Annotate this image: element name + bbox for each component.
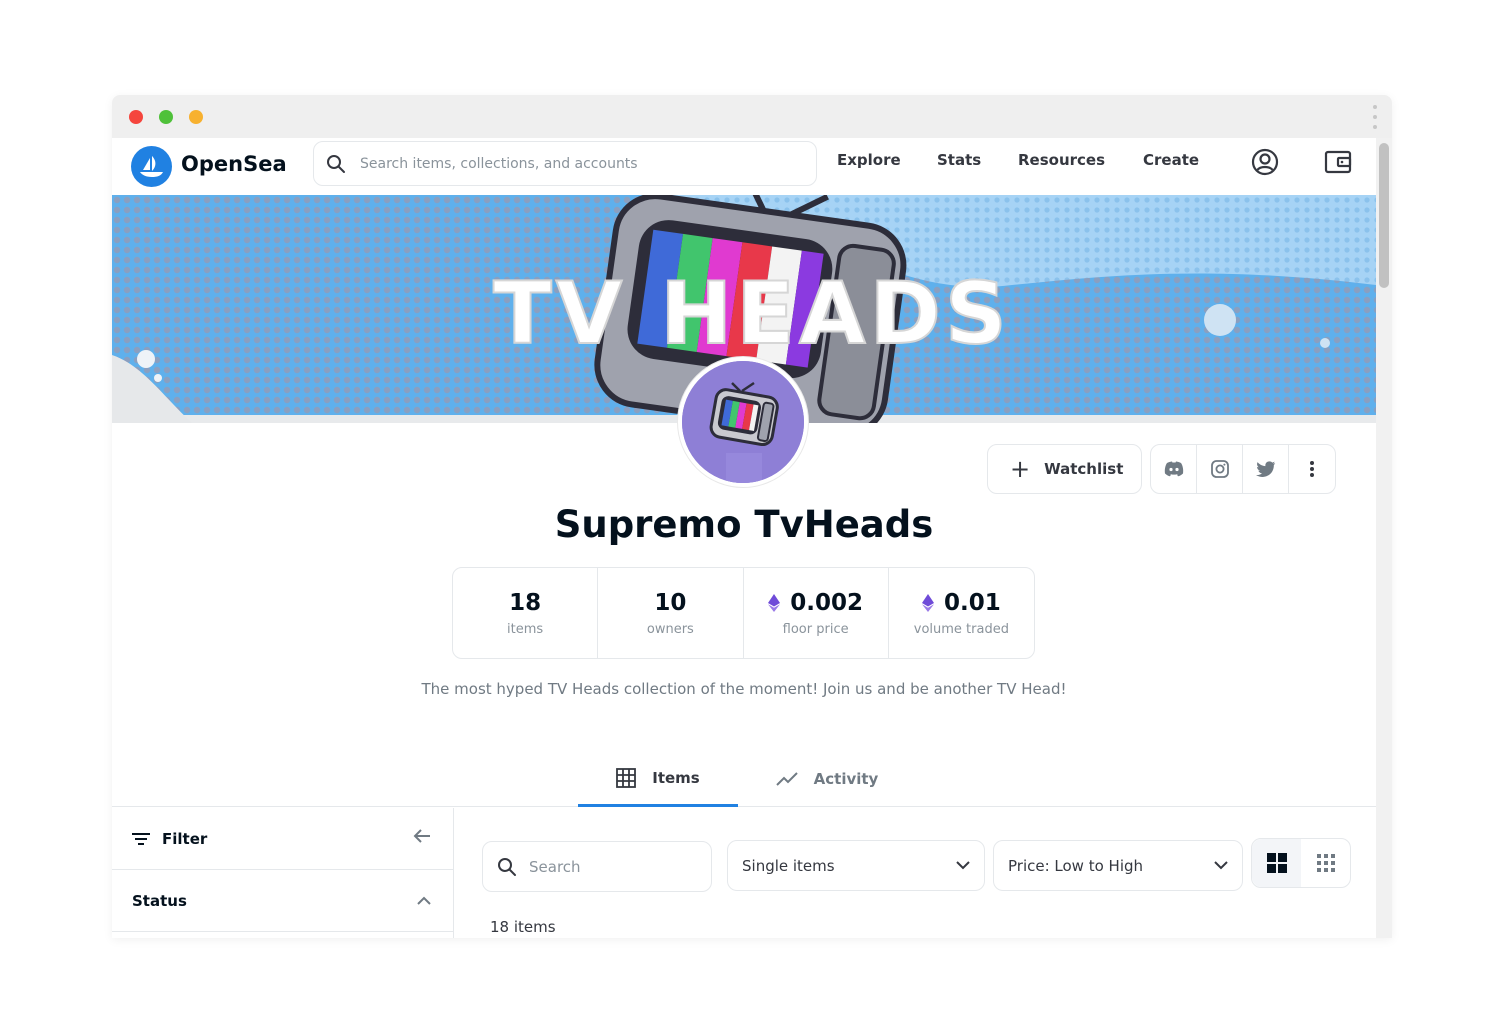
top-navbar: OpenSea Search items, collections, and a… (112, 138, 1376, 194)
filter-sidebar: Filter Status (112, 808, 454, 938)
page-scrollbar[interactable] (1376, 138, 1392, 938)
arrow-left-icon[interactable] (413, 828, 431, 844)
items-search-input[interactable]: Search (482, 841, 712, 892)
watchlist-button[interactable]: + Watchlist (987, 444, 1142, 494)
stat-volume-traded[interactable]: 0.01 volume traded (889, 568, 1034, 658)
twitter-icon[interactable] (1243, 445, 1289, 493)
stat-owners-label: owners (646, 621, 694, 637)
tab-items-label: Items (652, 768, 700, 787)
maximize-window-button[interactable] (159, 110, 173, 124)
nav-link-create[interactable]: Create (1143, 151, 1199, 169)
collection-tabs: Items Activity (112, 751, 1376, 807)
nav-link-resources[interactable]: Resources (1018, 151, 1105, 169)
global-search-input[interactable]: Search items, collections, and accounts (313, 141, 817, 186)
grid-icon (616, 767, 637, 788)
scrollbar-thumb[interactable] (1379, 143, 1389, 288)
banner-title: TV HEADS (493, 264, 1011, 364)
search-icon (498, 857, 516, 876)
tab-activity-label: Activity (813, 770, 879, 788)
stat-floor-price[interactable]: 0.002 floor price (744, 568, 889, 658)
chevron-down-icon (1214, 861, 1228, 870)
watchlist-label: Watchlist (1044, 460, 1124, 478)
tab-activity[interactable]: Activity (762, 751, 892, 807)
nav-link-explore[interactable]: Explore (837, 151, 901, 169)
logo-text[interactable]: OpenSea (181, 152, 287, 176)
stat-owners[interactable]: 10 owners (598, 568, 744, 658)
view-toggle (1251, 838, 1351, 888)
close-window-button[interactable] (129, 110, 143, 124)
large-grid-view-button[interactable] (1252, 839, 1301, 887)
small-grid-icon (1316, 854, 1335, 872)
status-label: Status (132, 891, 187, 910)
stat-volume-traded-value: 0.01 (944, 589, 1001, 616)
browser-titlebar (112, 95, 1392, 138)
profile-icon[interactable] (1250, 147, 1280, 177)
sort-value: Price: Low to High (1008, 856, 1144, 875)
chevron-up-icon[interactable] (417, 896, 431, 905)
kebab-icon[interactable] (1372, 105, 1378, 129)
item-type-value: Single items (742, 856, 835, 875)
wallet-icon[interactable] (1323, 147, 1353, 177)
collection-avatar (678, 357, 808, 487)
browser-window: OpenSea Search items, collections, and a… (112, 95, 1392, 938)
stat-volume-traded-label: volume traded (913, 621, 1009, 637)
stat-items[interactable]: 18 items (453, 568, 599, 658)
instagram-icon[interactable] (1197, 445, 1243, 493)
collection-stats: 18 items 10 owners 0.002 floor price 0.0… (452, 567, 1035, 659)
activity-icon (775, 772, 798, 786)
results-count: 18 items (490, 918, 556, 936)
filter-icon (132, 832, 150, 845)
search-placeholder: Search items, collections, and accounts (360, 155, 638, 172)
tab-items[interactable]: Items (578, 751, 738, 807)
discord-icon[interactable] (1151, 445, 1197, 493)
stat-items-value: 18 (509, 589, 542, 616)
items-search-placeholder: Search (529, 857, 581, 876)
small-grid-view-button[interactable] (1301, 839, 1350, 887)
collection-title: Supremo TvHeads (554, 503, 934, 546)
large-grid-icon (1266, 853, 1287, 873)
collection-description: The most hyped TV Heads collection of th… (421, 680, 1067, 698)
chevron-down-icon (956, 861, 970, 870)
stat-owners-value: 10 (654, 589, 687, 616)
nav-link-stats[interactable]: Stats (937, 151, 981, 169)
opensea-logo-icon[interactable] (131, 146, 172, 187)
stat-items-label: items (507, 621, 544, 637)
minimize-window-button[interactable] (189, 110, 203, 124)
sort-select[interactable]: Price: Low to High (993, 840, 1243, 891)
filter-label: Filter (162, 829, 208, 848)
eth-icon (922, 593, 934, 612)
more-icon[interactable] (1289, 445, 1335, 493)
stat-floor-price-label: floor price (782, 621, 849, 637)
stat-floor-price-value: 0.002 (790, 589, 863, 616)
item-type-select[interactable]: Single items (727, 840, 985, 891)
status-section-header[interactable]: Status (112, 870, 453, 932)
social-links-group (1150, 444, 1336, 494)
search-icon (327, 154, 345, 173)
eth-icon (768, 593, 781, 612)
plus-icon: + (1010, 455, 1031, 483)
filter-header[interactable]: Filter (112, 808, 453, 870)
